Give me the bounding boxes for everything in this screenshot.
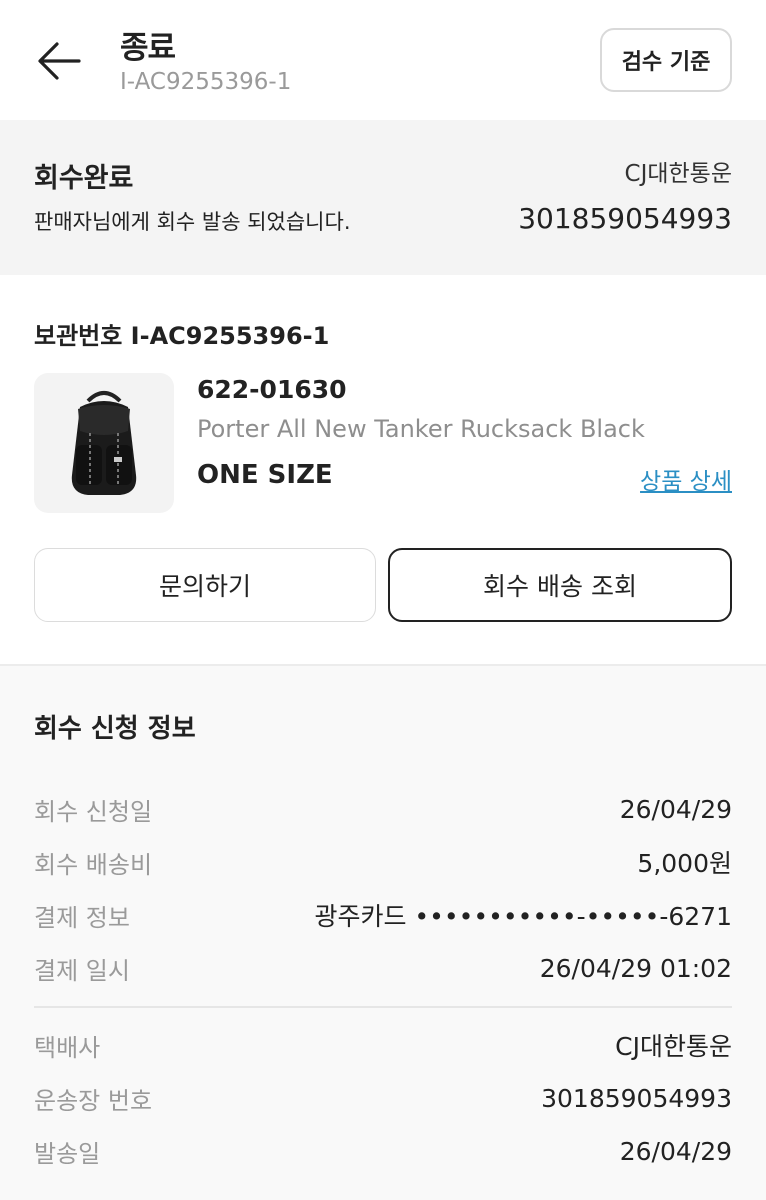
status-tracking-number: 301859054993	[518, 202, 732, 235]
page-subtitle: I-AC9255396-1	[120, 69, 292, 95]
page-title: 종료	[120, 30, 176, 66]
status-description: 판매자님에게 회수 발송 되었습니다.	[34, 210, 351, 234]
product-detail-link[interactable]: 상품 상세	[640, 462, 732, 496]
backpack-icon	[71, 391, 137, 495]
info-value: CJ대한통운	[615, 1032, 732, 1061]
info-value: 5,000원	[637, 849, 732, 878]
info-label: 결제 정보	[34, 903, 130, 932]
info-label: 발송일	[34, 1139, 101, 1168]
status-carrier: CJ대한통운	[624, 161, 732, 187]
info-value: 301859054993	[541, 1083, 732, 1113]
info-value: 26/04/29	[619, 1136, 732, 1166]
product-image[interactable]	[34, 373, 174, 513]
info-value: 26/04/29	[619, 794, 732, 824]
top-header: 종료 I-AC9255396-1 검수 기준	[0, 0, 766, 120]
info-row-request-date: 회수 신청일 26/04/29	[34, 789, 732, 829]
product-size: ONE SIZE	[197, 460, 333, 490]
info-row-ship-date: 발송일 26/04/29	[34, 1131, 732, 1171]
info-title: 회수 신청 정보	[34, 714, 196, 744]
info-value: 26/04/29 01:02	[539, 953, 732, 983]
back-arrow-icon	[38, 42, 81, 80]
inquiry-button[interactable]: 문의하기	[34, 548, 376, 622]
info-label: 회수 배송비	[34, 850, 153, 879]
back-button[interactable]	[34, 38, 84, 84]
return-request-info: 회수 신청 정보 회수 신청일 26/04/29 회수 배송비 5,000원 결…	[0, 664, 766, 1200]
product-name: Porter All New Tanker Rucksack Black	[197, 415, 645, 443]
info-label: 회수 신청일	[34, 797, 153, 826]
return-tracking-button[interactable]: 회수 배송 조회	[388, 548, 732, 622]
info-label: 결제 일시	[34, 956, 130, 985]
info-row-payment-date: 결제 일시 26/04/29 01:02	[34, 948, 732, 988]
product-model-number: 622-01630	[197, 375, 347, 404]
return-status-panel: 회수완료 판매자님에게 회수 발송 되었습니다. CJ대한통운 30185905…	[0, 120, 766, 275]
info-value: 광주카드 •••••••••••-•••••-6271	[314, 902, 732, 931]
info-label: 택배사	[34, 1033, 101, 1062]
info-row-shipping-fee: 회수 배송비 5,000원	[34, 842, 732, 882]
info-divider	[34, 1006, 732, 1008]
inspection-criteria-button[interactable]: 검수 기준	[600, 28, 732, 92]
info-label: 운송장 번호	[34, 1086, 153, 1115]
info-row-payment-info: 결제 정보 광주카드 •••••••••••-•••••-6271	[34, 895, 732, 935]
storage-number: 보관번호 I-AC9255396-1	[34, 322, 330, 350]
status-title: 회수완료	[34, 163, 134, 194]
info-row-tracking-number: 운송장 번호 301859054993	[34, 1078, 732, 1118]
info-row-carrier: 택배사 CJ대한통운	[34, 1025, 732, 1065]
